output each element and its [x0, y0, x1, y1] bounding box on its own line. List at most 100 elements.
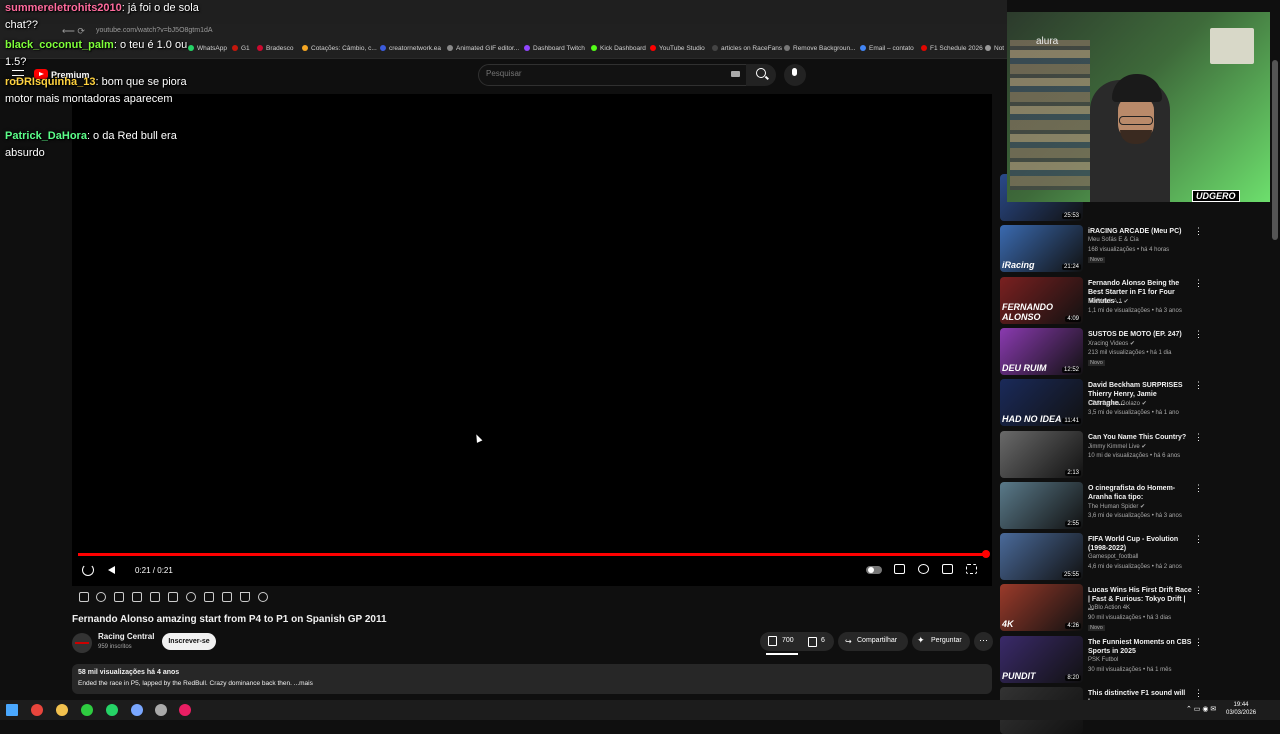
- recommendation-channel[interactable]: The Human Spider ✔: [1088, 503, 1145, 510]
- bookmark-item[interactable]: Animated GIF editor...: [447, 45, 519, 52]
- progress-handle[interactable]: [982, 550, 990, 558]
- bookmark-favicon-icon: [302, 45, 308, 51]
- description-text[interactable]: Ended the race in P5, lapped by the RedB…: [78, 680, 313, 687]
- system-tray-icons[interactable]: ⌃ ▭ ◉ ✉: [1186, 705, 1216, 713]
- recommendation-channel[interactable]: PSK Futbol: [1088, 657, 1118, 663]
- picture-in-picture-icon[interactable]: [114, 592, 124, 602]
- windows-icon[interactable]: [6, 704, 18, 716]
- layers-icon[interactable]: [168, 592, 178, 602]
- thumbs-down-icon[interactable]: [808, 637, 817, 647]
- recommendation-title[interactable]: The Funniest Moments on CBS Sports in 20…: [1088, 638, 1192, 656]
- recommendation-menu-icon[interactable]: ⋮: [1194, 637, 1203, 648]
- recommendation-channel[interactable]: Xracing Videos ✔: [1088, 340, 1135, 347]
- recommendation-thumbnail[interactable]: 2:55: [1000, 482, 1083, 529]
- channel-name[interactable]: Racing Central: [98, 632, 154, 641]
- speed-icon[interactable]: [186, 592, 196, 602]
- bookmark-item[interactable]: Not: [985, 45, 1004, 52]
- recommendation-menu-icon[interactable]: ⋮: [1194, 226, 1203, 237]
- clapper-icon[interactable]: [132, 592, 142, 602]
- recommendation-channel[interactable]: JoBlo Action 4K: [1088, 605, 1130, 611]
- recommendation-channel[interactable]: Jimmy Kimmel Live ✔: [1088, 443, 1146, 450]
- share-label[interactable]: Compartilhar: [857, 637, 897, 644]
- theater-mode-icon[interactable]: [942, 564, 953, 574]
- camera-icon[interactable]: [222, 592, 232, 602]
- recommendation-title[interactable]: SUSTOS DE MOTO (EP. 247): [1088, 330, 1192, 339]
- recommendation-channel[interactable]: FORMULA 1 ✔: [1088, 298, 1129, 305]
- recommendation-thumbnail[interactable]: 4K 4:26: [1000, 584, 1083, 631]
- search-input[interactable]: [486, 69, 706, 78]
- taskbar-clock[interactable]: 19:44 03/03/2026: [1226, 701, 1256, 717]
- bookmark-item[interactable]: Email – contato: [860, 45, 914, 52]
- recommendation-channel[interactable]: Meu Sofás E & Cia: [1088, 237, 1139, 243]
- ask-label[interactable]: Perguntar: [931, 637, 962, 644]
- bookmark-item[interactable]: YouTube Studio: [650, 45, 705, 52]
- recommendation-menu-icon[interactable]: ⋮: [1194, 380, 1203, 391]
- recommendation-title[interactable]: iRACING ARCADE (Meu PC): [1088, 227, 1192, 236]
- recommendation-channel[interactable]: Gamespot_football: [1088, 554, 1138, 560]
- microphone-icon: [792, 68, 797, 76]
- recommendation-menu-icon[interactable]: ⋮: [1194, 585, 1203, 596]
- recommendation-thumbnail[interactable]: 25:55: [1000, 533, 1083, 580]
- bookmark-item[interactable]: creatornetwork.ea: [380, 45, 441, 52]
- bookmark-item[interactable]: Dashboard Twitch: [524, 45, 585, 52]
- media-icon[interactable]: [179, 704, 191, 716]
- loop-icon[interactable]: [79, 592, 89, 602]
- thumbs-up-icon[interactable]: [768, 636, 777, 646]
- recommendation-thumbnail[interactable]: PUNDIT 8:20: [1000, 636, 1083, 683]
- gear-icon[interactable]: [155, 704, 167, 716]
- bookmark-favicon-icon: [524, 45, 530, 51]
- chat-username: black_coconut_palm: [5, 39, 114, 51]
- audio-icon[interactable]: [96, 592, 106, 602]
- dislike-count[interactable]: 6: [821, 637, 825, 644]
- keyboard-icon[interactable]: [731, 71, 740, 77]
- more-actions-button[interactable]: ⋯: [974, 632, 993, 651]
- screen-icon[interactable]: [150, 592, 160, 602]
- subscribe-button[interactable]: Inscrever-se: [162, 633, 216, 650]
- folder-icon[interactable]: [56, 704, 68, 716]
- page-scrollbar[interactable]: [1272, 60, 1278, 240]
- chrome-icon[interactable]: [31, 704, 43, 716]
- recommendation-menu-icon[interactable]: ⋮: [1194, 432, 1203, 443]
- whatsapp-icon[interactable]: [106, 704, 118, 716]
- recommendation-menu-icon[interactable]: ⋮: [1194, 534, 1203, 545]
- replay-icon[interactable]: [82, 564, 94, 576]
- autoplay-toggle[interactable]: [866, 566, 882, 574]
- bookmark-item[interactable]: G1: [232, 45, 250, 52]
- recommendation-meta: 4,6 mi de visualizações • há 2 anos: [1088, 564, 1182, 570]
- fullscreen-icon[interactable]: [966, 564, 977, 574]
- bookmark-item[interactable]: articles on RaceFans: [712, 45, 782, 52]
- bookmark-item[interactable]: F1 Schedule 2026: [921, 45, 983, 52]
- recommendation-thumbnail[interactable]: FERNANDO ALONSO 4:09: [1000, 277, 1083, 324]
- recommendation-menu-icon[interactable]: ⋮: [1194, 329, 1203, 340]
- recommendation-thumbnail[interactable]: DEU RUIM 12:52: [1000, 328, 1083, 375]
- recommendation-title[interactable]: FIFA World Cup - Evolution (1998-2022): [1088, 535, 1192, 553]
- video-player[interactable]: [72, 94, 992, 586]
- recommendation-menu-icon[interactable]: ⋮: [1194, 688, 1203, 699]
- like-count[interactable]: 700: [782, 637, 794, 644]
- bookmark-item[interactable]: Cotações: Câmbio, c...: [302, 45, 377, 52]
- progress-bar[interactable]: [78, 553, 986, 556]
- recommendation-channel[interactable]: CBS Sports Golazo ✔: [1088, 400, 1147, 407]
- video-duration: 21:24: [1061, 264, 1081, 270]
- recommendation-thumbnail[interactable]: iRacing 21:24: [1000, 225, 1083, 272]
- recommendation-menu-icon[interactable]: ⋮: [1194, 278, 1203, 289]
- subtitles-icon[interactable]: [894, 564, 905, 574]
- rotate-icon[interactable]: [204, 592, 214, 602]
- windows-taskbar: [0, 700, 1280, 720]
- xbox-icon[interactable]: [81, 704, 93, 716]
- bookmark-item[interactable]: Bradesco: [257, 45, 293, 52]
- volume-icon[interactable]: [108, 566, 115, 574]
- recommendation-thumbnail[interactable]: 2:13: [1000, 431, 1083, 478]
- app-icon[interactable]: [131, 704, 143, 716]
- recommendation-thumbnail[interactable]: HAD NO IDEA 11:41: [1000, 379, 1083, 426]
- description-box[interactable]: [72, 664, 992, 694]
- bookmark-item[interactable]: Remove Backgroun...: [784, 45, 856, 52]
- recommendation-title[interactable]: Can You Name This Country?: [1088, 433, 1192, 442]
- recommendation-menu-icon[interactable]: ⋮: [1194, 483, 1203, 494]
- flask-icon[interactable]: [240, 592, 250, 602]
- settings-gear-icon[interactable]: [918, 564, 929, 574]
- channel-avatar[interactable]: [72, 633, 92, 653]
- extension-settings-icon[interactable]: [258, 592, 268, 602]
- bookmark-item[interactable]: Kick Dashboard: [591, 45, 646, 52]
- recommendation-title[interactable]: O cinegrafista do Homem-Aranha fica tipo…: [1088, 484, 1192, 502]
